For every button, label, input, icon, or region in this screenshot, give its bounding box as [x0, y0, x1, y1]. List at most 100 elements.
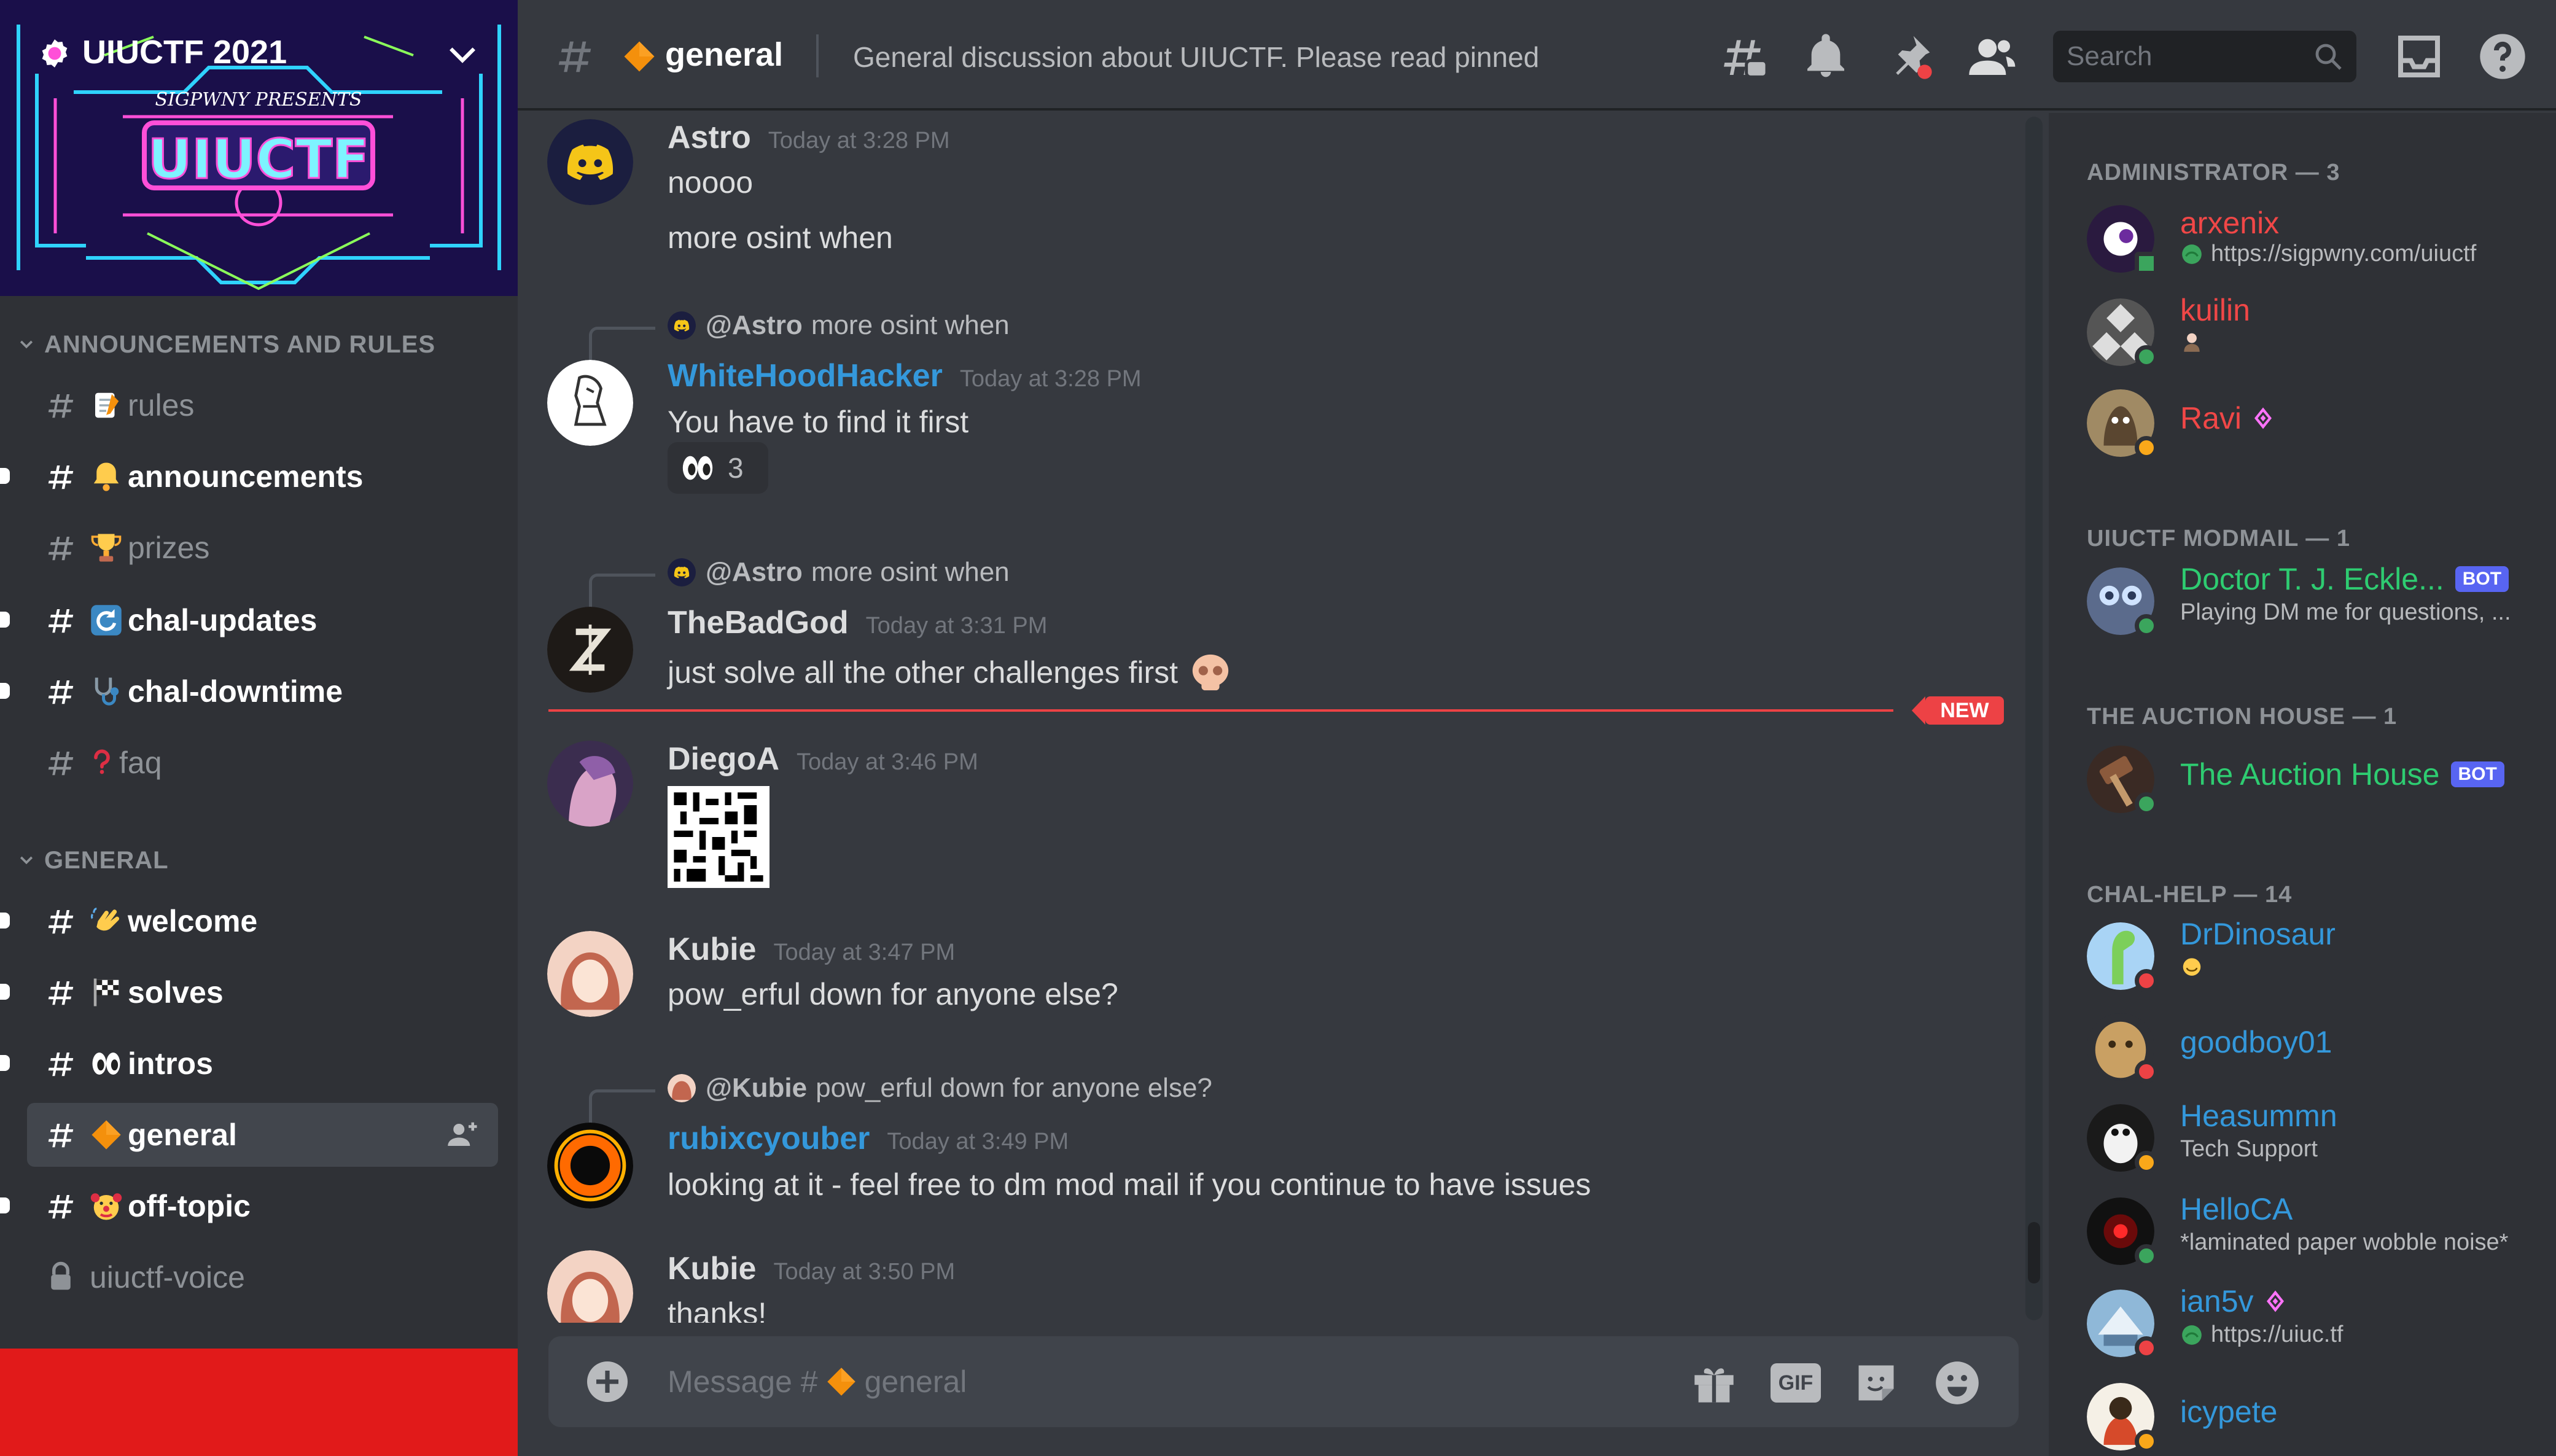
channel-rules[interactable]: rules [27, 373, 498, 437]
inbox-icon[interactable] [2394, 32, 2444, 81]
channel-intros[interactable]: intros [27, 1032, 498, 1096]
message-timestamp: Today at 3:31 PM [865, 613, 1048, 639]
hash-icon [44, 905, 77, 938]
pin-icon[interactable] [1885, 32, 1934, 81]
channel-solves[interactable]: solves [27, 960, 498, 1024]
member-name: DrDinosaur [2180, 917, 2336, 951]
search-bar[interactable] [2053, 31, 2356, 82]
scrollbar-thumb[interactable] [2028, 1222, 2040, 1283]
checkered-flag-icon [93, 978, 119, 1006]
channel-welcome[interactable]: welcome [27, 889, 498, 953]
gif-button[interactable]: GIF [1771, 1363, 1821, 1403]
reply-avatar [668, 311, 696, 340]
sticker-icon[interactable] [1853, 1360, 1899, 1406]
channel-chal-updates[interactable]: chal-updates [27, 588, 498, 652]
reply-preview[interactable]: @Kubie pow_erful down for anyone else? [668, 1070, 1212, 1107]
channel-label: chal-updates [128, 603, 318, 637]
presence-online-icon [2135, 1244, 2158, 1267]
channel-chal-downtime[interactable]: chal-downtime [27, 660, 498, 723]
threads-icon[interactable] [1718, 32, 1767, 81]
avatar[interactable] [547, 360, 633, 446]
member-list[interactable]: ADMINISTRATOR — 3 arxenix https://sigpwn… [2049, 113, 2556, 1456]
member-name: Ravi [2180, 401, 2242, 435]
channel-header: general General discussion about UIUCTF.… [518, 0, 2556, 111]
reply-author: @Astro [706, 557, 803, 587]
member-status: https://uiuc.tf [2211, 1322, 2344, 1347]
message-composer[interactable]: Message # general GIF [548, 1336, 2019, 1427]
member-item[interactable]: kuilin [2087, 292, 2547, 372]
unread-indicator [0, 984, 10, 1000]
message-input[interactable]: Message # general [668, 1336, 967, 1427]
unread-indicator [0, 683, 10, 699]
help-icon[interactable] [2478, 32, 2527, 81]
message-author[interactable]: DiegoA [668, 741, 779, 777]
channel-uiuctf-voice[interactable]: uiuctf-voice [27, 1245, 498, 1309]
reply-preview[interactable]: @Astro more osint when [668, 307, 1010, 344]
member-name: kuilin [2180, 293, 2250, 327]
orange-diamond-icon [622, 39, 657, 74]
nitro-boost-icon [2266, 1290, 2284, 1312]
member-item[interactable]: The Auction House BOT [2087, 739, 2547, 819]
channel-label: chal-downtime [128, 674, 343, 709]
channel-general[interactable]: general [27, 1103, 498, 1167]
channel-sidebar: UIUCTF SIGPWNY PRESENTS UIUCTF 2021 ANNO… [0, 0, 518, 1456]
orange-diamond-icon [825, 1366, 857, 1398]
custom-status-emoji-icon [2184, 333, 2200, 352]
search-input[interactable] [2065, 31, 2299, 82]
chevron-down-icon[interactable] [447, 43, 478, 68]
invite-user-icon[interactable] [446, 1118, 480, 1151]
reply-connector [589, 1089, 655, 1126]
add-attachment-icon[interactable] [585, 1360, 629, 1404]
avatar[interactable] [547, 1123, 633, 1209]
member-name: icypete [2180, 1395, 2278, 1429]
channel-off-topic[interactable]: off-topic [27, 1174, 498, 1238]
member-item[interactable]: DrDinosaur [2087, 916, 2547, 996]
member-item[interactable]: Doctor T. J. Eckle... BOT Playing DM me … [2087, 561, 2547, 641]
gift-icon[interactable] [1691, 1360, 1737, 1406]
message-author[interactable]: rubixcyouber [668, 1121, 870, 1156]
avatar[interactable] [547, 607, 633, 693]
reply-preview[interactable]: @Astro more osint when [668, 554, 1010, 591]
message-list[interactable]: Astro Today at 3:28 PM noooo more osint w… [518, 113, 2022, 1323]
avatar[interactable] [547, 119, 633, 205]
scrollbar-track[interactable] [2025, 117, 2043, 1320]
category-announcements-and-rules[interactable]: ANNOUNCEMENTS AND RULES [17, 329, 435, 360]
barcode-image[interactable] [668, 786, 770, 888]
message-author[interactable]: WhiteHoodHacker [668, 358, 943, 394]
channel-topic[interactable]: General discussion about UIUCTF. Please … [853, 41, 1539, 74]
channel-faq[interactable]: faq [27, 731, 498, 795]
member-name: ian5v [2180, 1284, 2254, 1318]
members-icon[interactable] [1967, 32, 2016, 81]
message-author[interactable]: Kubie [668, 932, 756, 967]
channel-announcements[interactable]: announcements [27, 445, 498, 508]
message-author[interactable]: Astro [668, 120, 751, 155]
member-item[interactable]: ian5v https://uiuc.tf [2087, 1283, 2547, 1363]
new-messages-divider [548, 709, 1893, 712]
channel-label: prizes [128, 531, 210, 565]
category-general[interactable]: GENERAL [17, 845, 169, 876]
member-item[interactable]: HelloCA *laminated paper wobble noise* [2087, 1191, 2547, 1271]
avatar[interactable] [547, 741, 633, 827]
eyes-icon [90, 1047, 123, 1080]
nitro-boost-icon [2254, 407, 2272, 429]
member-item[interactable]: icypete [2087, 1377, 2547, 1456]
message-author[interactable]: TheBadGod [668, 605, 849, 640]
emoji-picker-icon[interactable] [1934, 1360, 1981, 1406]
channel-title: general [665, 36, 784, 73]
bell-icon[interactable] [1801, 32, 1850, 81]
member-item[interactable]: Heasummn Tech Support [2087, 1098, 2547, 1178]
message-content: You have to find it first [668, 405, 969, 439]
reply-connector [589, 574, 655, 610]
reaction[interactable]: 3 [668, 442, 768, 494]
channel-label: general [128, 1118, 237, 1152]
member-item[interactable]: arxenix https://sigpwny.com/uiuctf [2087, 199, 2547, 279]
server-banner[interactable]: UIUCTF SIGPWNY PRESENTS UIUCTF 2021 [0, 0, 518, 296]
message-author[interactable]: Kubie [668, 1251, 756, 1287]
avatar[interactable] [547, 931, 633, 1017]
eyes-icon [680, 450, 715, 486]
reply-text: pow_erful down for anyone else? [816, 1073, 1212, 1103]
member-item[interactable]: Ravi [2087, 383, 2547, 463]
avatar[interactable] [547, 1250, 633, 1323]
channel-prizes[interactable]: prizes [27, 516, 498, 580]
member-item[interactable]: goodboy01 [2087, 1007, 2547, 1087]
